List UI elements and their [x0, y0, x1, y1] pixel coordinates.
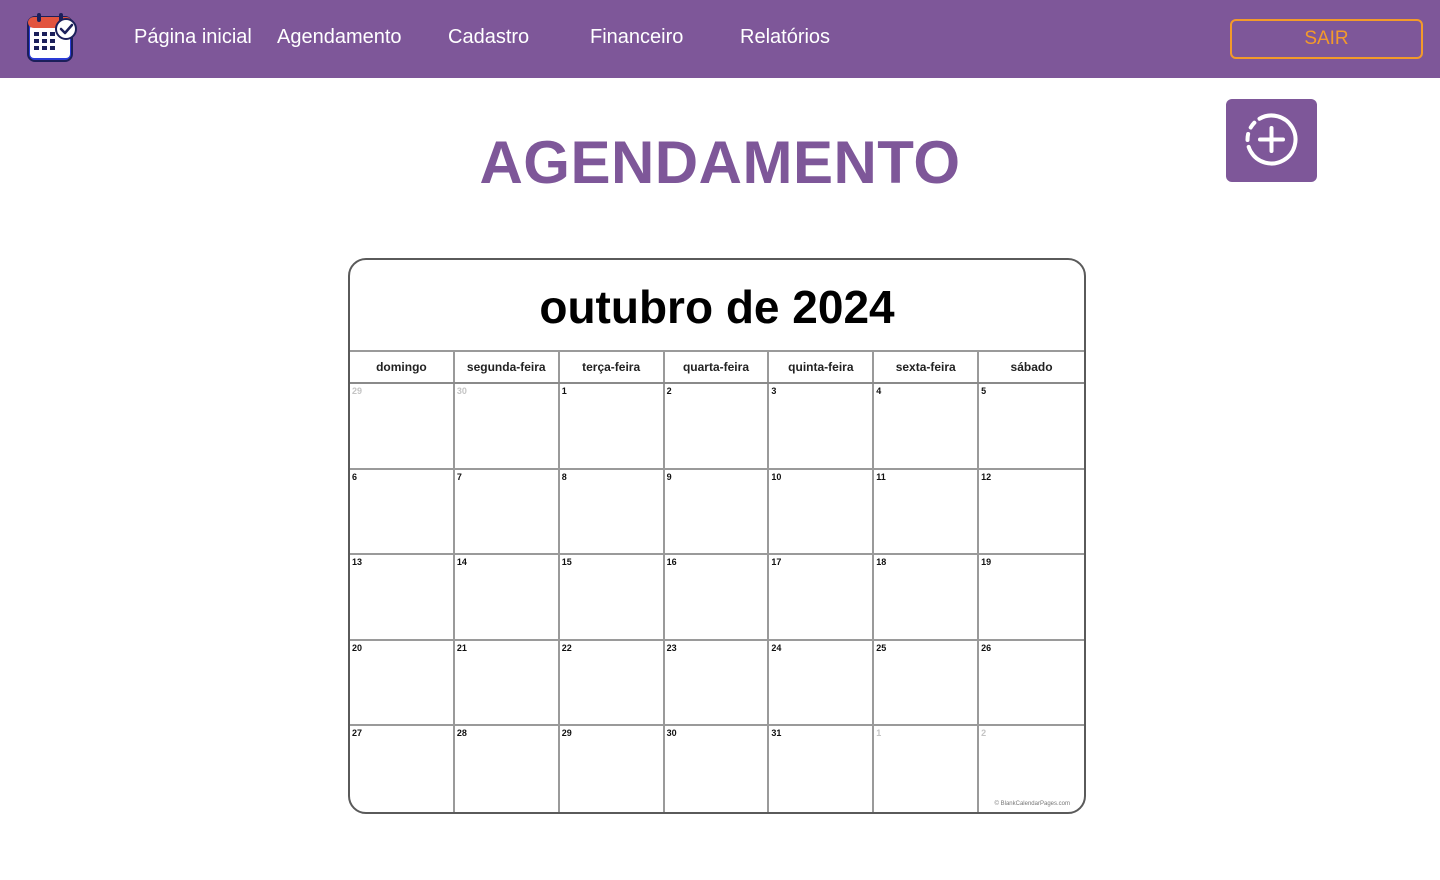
calendar-day-cell: 21 [454, 640, 560, 727]
calendar-day-number: 8 [561, 471, 567, 482]
calendar-image: outubro de 2024 domingo segunda-feira terç… [348, 258, 1086, 814]
calendar-day-number: 19 [981, 557, 992, 568]
calendar-day-number: 26 [981, 642, 992, 653]
calendar-day-cell: 2 [664, 384, 770, 470]
calendar-day-number: 2 [981, 728, 987, 739]
calendar-day-cell: 5 [979, 384, 1084, 470]
calendar-day-number: 12 [981, 471, 992, 482]
calendar-day-number: 23 [666, 642, 677, 653]
calendar-day-number: 27 [352, 728, 363, 739]
calendar-day-cell: 20 [350, 640, 455, 727]
calendar-day-number: 5 [981, 386, 987, 396]
calendar-day-number: 11 [876, 471, 886, 482]
top-navbar: Página inicial Agendamento Cadastro Fina… [0, 0, 1440, 78]
calendar-weekday: segunda-feira [455, 352, 560, 382]
add-appointment-button[interactable] [1226, 99, 1317, 182]
calendar-day-number: 3 [771, 386, 777, 396]
calendar-day-cell: 9 [664, 469, 770, 556]
calendar-day-cell: 29 [350, 384, 455, 470]
calendar-day-cell: 4 [874, 384, 980, 470]
calendar-day-number: 29 [561, 728, 572, 739]
calendar-day-cell: 19 [979, 555, 1084, 641]
calendar-day-number: 9 [666, 471, 672, 482]
calendar-day-number: 28 [456, 728, 467, 739]
calendar-day-cell: 30 [665, 726, 770, 812]
calendar-day-cell: 11 [874, 469, 980, 556]
calendar-day-cell: 22 [559, 640, 665, 727]
calendar-day-number: 13 [352, 557, 363, 568]
calendar-day-number: 22 [561, 642, 572, 653]
calendar-weekday: quarta-feira [665, 352, 770, 382]
calendar-day-cell: 13 [350, 555, 455, 641]
calendar-day-cell: 12 [979, 470, 1084, 556]
calendar-day-number: 20 [352, 642, 363, 653]
nav-link-relatorios[interactable]: Relatórios [740, 26, 830, 49]
calendar-day-cell: 7 [454, 469, 560, 556]
calendar-day-number: 15 [561, 557, 572, 568]
calendar-day-cell: 31 [769, 726, 875, 812]
calendar-day-cell: 23 [664, 640, 770, 727]
calendar-day-cell: 25 [874, 640, 980, 727]
logout-button[interactable]: SAIR [1230, 19, 1423, 59]
calendar-credit: © BlankCalendarPages.com [994, 801, 1070, 807]
calendar-day-number: 29 [352, 386, 363, 396]
calendar-day-number: 1 [561, 386, 567, 396]
calendar-day-number: 4 [876, 386, 882, 396]
calendar-weekday: sexta-feira [874, 352, 980, 382]
nav-link-financeiro[interactable]: Financeiro [590, 26, 683, 49]
calendar-day-cell: 8 [559, 469, 665, 556]
calendar-day-cell: 26 [979, 641, 1084, 727]
calendar-day-cell: 29 [560, 726, 665, 812]
calendar-day-cell: 10 [769, 469, 875, 556]
calendar-weekday: domingo [350, 352, 455, 382]
calendar-day-cell: 3 [769, 384, 875, 470]
calendar-day-cell: 27 [350, 726, 455, 812]
nav-link-cadastro[interactable]: Cadastro [448, 26, 529, 49]
calendar-day-number: 1 [876, 728, 882, 739]
calendar-day-number: 10 [771, 471, 782, 482]
calendar-day-number: 31 [771, 728, 782, 739]
page-title: AGENDAMENTO [479, 129, 961, 196]
calendar-day-number: 18 [876, 557, 887, 568]
calendar-day-number: 6 [352, 471, 358, 482]
calendar-day-cell: 17 [769, 555, 875, 641]
calendar-weekday: quinta-feira [769, 352, 875, 382]
circle-plus-icon [1245, 113, 1298, 166]
calendar-weekday-header: domingo segunda-feira terça-feira quarta-fe… [350, 352, 1084, 384]
calendar-day-cell: 14 [454, 555, 560, 641]
calendar-day-number: 2 [666, 386, 672, 396]
calendar-check-icon[interactable] [24, 11, 80, 67]
calendar-grid: 29 30 1 2 3 4 5 6 7 8 9 10 11 12 13 14 15 16 17 18 19 20 21 22 2… [350, 384, 1084, 812]
calendar-day-number: 7 [456, 471, 462, 482]
calendar-day-cell: 28 [455, 726, 560, 812]
calendar-day-number: 30 [456, 386, 467, 396]
calendar-month-title: outubro de 2024 [350, 260, 1084, 352]
calendar-day-cell: 30 [454, 384, 560, 470]
calendar-day-cell: 2 [979, 726, 1084, 812]
calendar-day-number: 25 [876, 642, 887, 653]
calendar-day-cell: 24 [769, 640, 875, 727]
calendar-day-cell: 1 [874, 726, 980, 812]
calendar-day-number: 14 [456, 557, 467, 568]
nav-link-agendamento[interactable]: Agendamento [277, 26, 402, 49]
calendar-day-cell: 16 [664, 555, 770, 641]
calendar-weekday: sábado [1010, 360, 1053, 374]
calendar-day-number: 24 [771, 642, 782, 653]
calendar-day-number: 17 [771, 557, 782, 568]
calendar-day-cell: 1 [559, 384, 665, 470]
calendar-day-number: 21 [456, 642, 467, 653]
calendar-day-number: 30 [666, 728, 677, 739]
calendar-day-cell: 18 [874, 555, 980, 641]
calendar-day-number: 16 [666, 557, 677, 568]
nav-link-pagina-inicial[interactable]: Página inicial [134, 26, 252, 49]
calendar-day-cell: 6 [350, 469, 455, 556]
calendar-day-cell: 15 [559, 555, 665, 641]
calendar-weekday: terça-feira [560, 352, 665, 382]
